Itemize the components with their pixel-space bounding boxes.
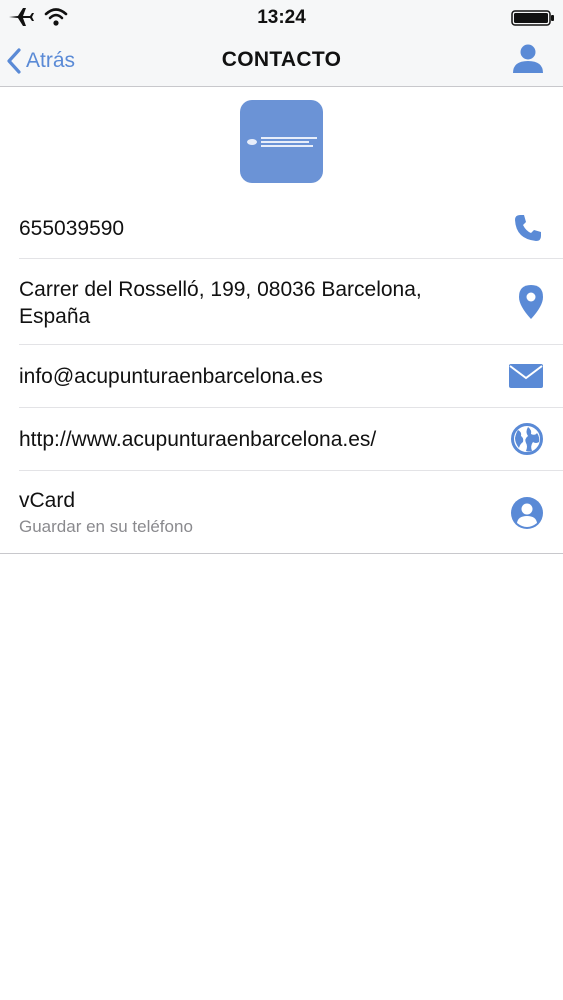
envelope-icon xyxy=(509,364,543,388)
email-row[interactable]: info@acupunturaenbarcelona.es xyxy=(19,345,563,408)
logo-mark-group xyxy=(246,136,317,147)
phone-row[interactable]: 655039590 xyxy=(19,198,563,259)
business-logo xyxy=(240,100,323,183)
logo-line xyxy=(260,144,313,147)
logo-line xyxy=(260,140,309,143)
vcard-row[interactable]: vCard Guardar en su teléfono xyxy=(19,471,563,553)
website-row[interactable]: http://www.acupunturaenbarcelona.es/ xyxy=(19,408,563,471)
contact-screen: 13:24 Atrás CONTACTO 655039590 Carrer de… xyxy=(0,0,563,1000)
map-pin-icon xyxy=(519,285,543,319)
phone-number: 655039590 xyxy=(19,217,125,240)
user-circle-icon xyxy=(511,497,543,529)
globe-icon xyxy=(511,423,543,455)
battery-icon xyxy=(511,10,554,26)
address-text: Carrer del Rosselló, 199, 08036 Barcelon… xyxy=(19,278,422,328)
email-address: info@acupunturaenbarcelona.es xyxy=(19,365,323,388)
page-title: CONTACTO xyxy=(221,48,342,71)
status-time: 13:24 xyxy=(257,7,306,28)
user-profile-icon[interactable] xyxy=(511,42,545,76)
logo-line xyxy=(260,136,317,139)
website-url: http://www.acupunturaenbarcelona.es/ xyxy=(19,428,377,451)
navigation-bar: Atrás CONTACTO xyxy=(0,36,563,87)
contact-list: 655039590 Carrer del Rosselló, 199, 0803… xyxy=(0,198,563,554)
logo-symbol xyxy=(246,138,257,145)
vcard-subtitle: Guardar en su teléfono xyxy=(19,517,193,536)
status-bar: 13:24 xyxy=(0,0,563,36)
logo-wordmark xyxy=(260,136,317,147)
phone-icon xyxy=(515,215,541,241)
vcard-label: vCard xyxy=(19,489,76,512)
address-row[interactable]: Carrer del Rosselló, 199, 08036 Barcelon… xyxy=(19,259,563,345)
